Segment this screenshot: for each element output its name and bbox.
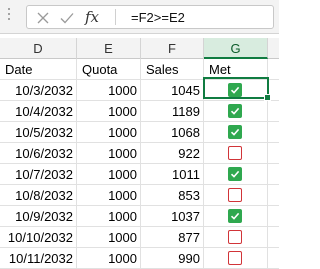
met-cell[interactable] xyxy=(204,101,268,122)
cell-h[interactable] xyxy=(268,164,279,185)
met-cell[interactable] xyxy=(204,164,268,185)
met-cell[interactable] xyxy=(204,185,268,206)
sales-cell[interactable]: 1068 xyxy=(141,122,204,143)
checked-checkbox[interactable] xyxy=(228,104,242,118)
sales-cell[interactable]: 853 xyxy=(141,185,204,206)
column-header-f[interactable]: F xyxy=(141,38,204,59)
header-row: Date Quota Sales Met xyxy=(0,59,279,80)
table-row: 10/6/2032 1000 922 xyxy=(0,143,279,164)
met-cell[interactable] xyxy=(204,80,268,101)
cell-h[interactable] xyxy=(268,59,279,80)
met-cell[interactable] xyxy=(204,122,268,143)
unchecked-checkbox[interactable] xyxy=(228,188,242,202)
formula-text[interactable]: =F2>=E2 xyxy=(131,9,185,27)
date-cell[interactable]: 10/10/2032 xyxy=(0,227,77,248)
sales-cell[interactable]: 1045 xyxy=(141,80,204,101)
cell-h[interactable] xyxy=(268,101,279,122)
cell-h[interactable] xyxy=(268,206,279,227)
sales-cell[interactable]: 1189 xyxy=(141,101,204,122)
table-row: 10/9/2032 1000 1037 xyxy=(0,206,279,227)
unchecked-checkbox[interactable] xyxy=(228,251,242,265)
column-header-h[interactable] xyxy=(268,38,279,59)
met-cell[interactable] xyxy=(204,143,268,164)
column-header-g[interactable]: G xyxy=(204,38,268,59)
checkmark-icon xyxy=(230,107,240,115)
unchecked-checkbox[interactable] xyxy=(228,230,242,244)
checked-checkbox[interactable] xyxy=(228,209,242,223)
quota-cell[interactable]: 1000 xyxy=(77,101,141,122)
table-row: 10/10/2032 1000 877 xyxy=(0,227,279,248)
cell-h[interactable] xyxy=(268,122,279,143)
checked-checkbox[interactable] xyxy=(228,125,242,139)
quota-cell[interactable]: 1000 xyxy=(77,206,141,227)
date-cell[interactable]: 10/5/2032 xyxy=(0,122,77,143)
cell-h[interactable] xyxy=(268,227,279,248)
quota-cell[interactable]: 1000 xyxy=(77,164,141,185)
checkmark-icon xyxy=(230,170,240,178)
sales-cell[interactable]: 877 xyxy=(141,227,204,248)
quota-cell[interactable]: 1000 xyxy=(77,122,141,143)
sales-cell[interactable]: 1011 xyxy=(141,164,204,185)
checkmark-icon xyxy=(230,128,240,136)
table-row: 10/3/2032 1000 1045 xyxy=(0,80,279,101)
quota-cell[interactable]: 1000 xyxy=(77,80,141,101)
checked-checkbox[interactable] xyxy=(228,167,242,181)
cancel-icon[interactable] xyxy=(35,10,51,26)
date-cell[interactable]: 10/7/2032 xyxy=(0,164,77,185)
date-cell[interactable]: 10/6/2032 xyxy=(0,143,77,164)
table-row: 10/7/2032 1000 1011 xyxy=(0,164,279,185)
checkmark-icon xyxy=(230,212,240,220)
formula-bar-grip-icon[interactable] xyxy=(7,8,11,26)
header-cell-met[interactable]: Met xyxy=(204,59,268,80)
formula-input-box[interactable]: fx =F2>=E2 xyxy=(26,5,274,29)
table-row: 10/8/2032 1000 853 xyxy=(0,185,279,206)
formula-bar: fx =F2>=E2 xyxy=(0,0,279,34)
checkmark-icon xyxy=(230,86,240,94)
quota-cell[interactable]: 1000 xyxy=(77,227,141,248)
table-row: 10/4/2032 1000 1189 xyxy=(0,101,279,122)
date-cell[interactable]: 10/4/2032 xyxy=(0,101,77,122)
header-cell-sales[interactable]: Sales xyxy=(141,59,204,80)
table-row: 10/5/2032 1000 1068 xyxy=(0,122,279,143)
spreadsheet-grid[interactable]: D E F G Date Quota Sales Met 10/3/2032 10… xyxy=(0,38,279,269)
sales-cell[interactable]: 922 xyxy=(141,143,204,164)
cell-h[interactable] xyxy=(268,143,279,164)
column-header-d[interactable]: D xyxy=(0,38,77,59)
cell-h[interactable] xyxy=(268,80,279,101)
date-cell[interactable]: 10/8/2032 xyxy=(0,185,77,206)
column-header-row: D E F G xyxy=(0,38,279,59)
enter-check-icon[interactable] xyxy=(59,10,75,26)
unchecked-checkbox[interactable] xyxy=(228,146,242,160)
quota-cell[interactable]: 1000 xyxy=(77,185,141,206)
formula-bar-divider xyxy=(115,9,116,25)
sales-cell[interactable]: 1037 xyxy=(141,206,204,227)
date-cell[interactable]: 10/3/2032 xyxy=(0,80,77,101)
insert-function-icon[interactable]: fx xyxy=(85,8,105,26)
checked-checkbox[interactable] xyxy=(228,83,242,97)
header-cell-quota[interactable]: Quota xyxy=(77,59,141,80)
cell-h[interactable] xyxy=(268,185,279,206)
column-header-e[interactable]: E xyxy=(77,38,141,59)
date-cell[interactable]: 10/9/2032 xyxy=(0,206,77,227)
met-cell[interactable] xyxy=(204,227,268,248)
met-cell[interactable] xyxy=(204,206,268,227)
header-cell-date[interactable]: Date xyxy=(0,59,77,80)
quota-cell[interactable]: 1000 xyxy=(77,143,141,164)
